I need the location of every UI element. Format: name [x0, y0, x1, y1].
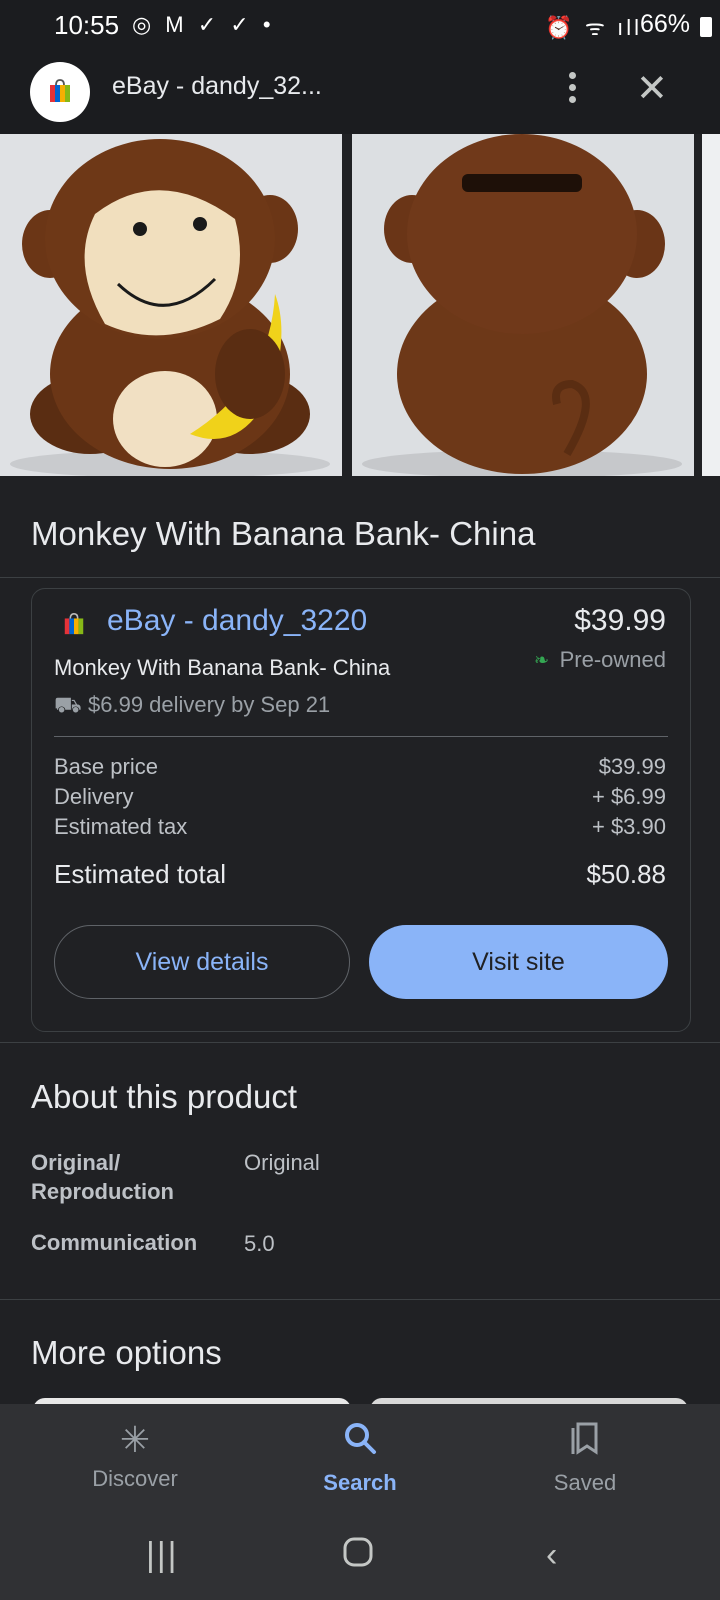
search-icon: [280, 1420, 440, 1464]
offer-price: $39.99: [574, 604, 666, 637]
product-image-next[interactable]: [702, 134, 720, 476]
truck-icon: ⛟: [54, 692, 82, 717]
delivery-value: + $6.99: [591, 784, 666, 809]
delivery-info: $6.99 delivery by Sep 21: [88, 692, 331, 717]
home-icon[interactable]: [342, 1536, 374, 1577]
app-header: [0, 50, 720, 134]
card-divider: [54, 736, 668, 737]
section-divider: [0, 1299, 720, 1300]
product-image-front[interactable]: [0, 134, 342, 476]
nav-label: Saved: [553, 1470, 617, 1495]
shopping-bag-icon: [50, 79, 70, 102]
offer-product-name: Monkey With Banana Bank- China: [54, 655, 391, 680]
spec-value-communication: 5.0: [244, 1231, 275, 1256]
nav-discover[interactable]: ✳ Discover: [55, 1420, 215, 1492]
delivery-label: Delivery: [54, 784, 134, 809]
asterisk-icon: ✳: [119, 1419, 151, 1460]
bookmarks-icon: [505, 1420, 665, 1464]
recents-icon[interactable]: |||: [146, 1536, 179, 1575]
nav-saved[interactable]: Saved: [505, 1420, 665, 1496]
back-icon[interactable]: ‹: [546, 1536, 557, 1575]
product-title: Monkey With Banana Bank- China: [31, 515, 536, 552]
header-title: eBay - dandy_32...: [112, 72, 322, 100]
more-options-heading: More options: [31, 1334, 222, 1371]
condition-label: Pre-owned: [559, 647, 666, 672]
product-image-back[interactable]: [352, 134, 694, 476]
leaf-icon: ❧: [534, 650, 550, 670]
close-icon[interactable]: ✕: [636, 70, 668, 108]
nav-search[interactable]: Search: [280, 1420, 440, 1496]
signal-icons: ⏰ ᯤ ıll: [545, 15, 642, 40]
status-time: 10:55: [54, 10, 120, 40]
battery-level: 66%: [639, 10, 690, 38]
nav-label: Discover: [92, 1466, 178, 1491]
about-heading: About this product: [31, 1078, 297, 1115]
spec-value-original: Original: [244, 1150, 320, 1175]
visit-site-button[interactable]: Visit site: [369, 925, 668, 999]
section-divider: [0, 1042, 720, 1043]
total-label: Estimated total: [54, 859, 226, 889]
nav-label: Search: [323, 1470, 397, 1495]
base-price-label: Base price: [54, 754, 158, 779]
seller-link[interactable]: eBay - dandy_3220: [107, 604, 367, 638]
spec-key-communication: Communication: [31, 1230, 198, 1255]
base-price-value: $39.99: [598, 754, 666, 779]
section-divider: [0, 577, 720, 578]
battery-icon: [700, 17, 712, 37]
spec-key-original: Original/ Reproduction: [31, 1150, 174, 1204]
tax-label: Estimated tax: [54, 814, 188, 839]
total-value: $50.88: [586, 859, 666, 889]
more-vert-icon[interactable]: [566, 72, 578, 108]
tax-value: + $3.90: [591, 814, 666, 839]
shopping-bag-icon: [64, 613, 84, 635]
view-details-button[interactable]: View details: [54, 925, 350, 999]
notification-icons: ◎ M ✓ ✓ •: [132, 12, 275, 37]
